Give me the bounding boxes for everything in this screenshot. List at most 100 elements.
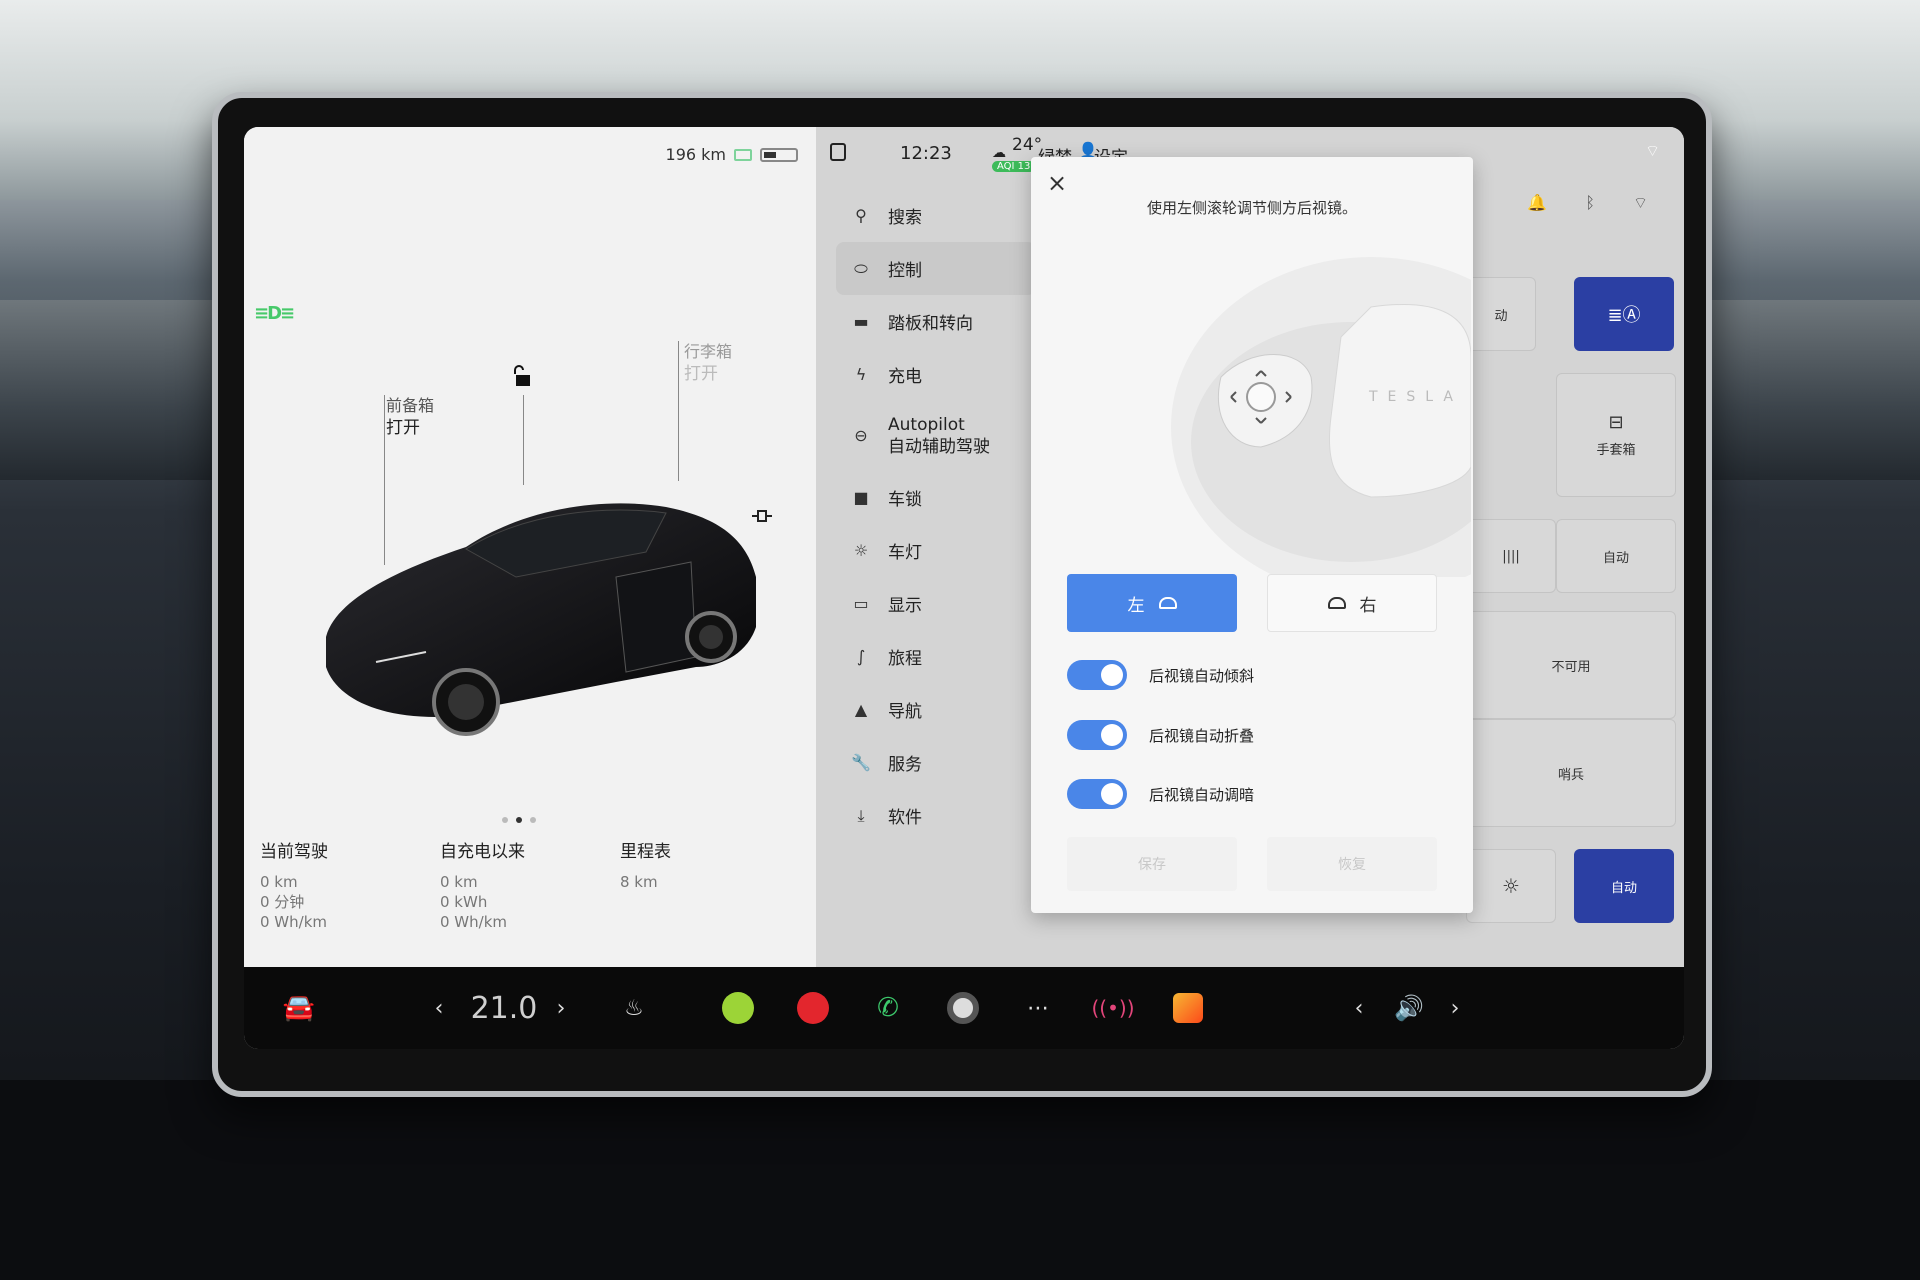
brightness-icon: ☼ <box>1502 874 1520 898</box>
steering-icon: ⊖ <box>854 426 868 445</box>
app-icon-music[interactable] <box>793 967 833 1049</box>
menu-item-label: 车锁 <box>888 490 922 510</box>
bluetooth-icon[interactable]: ᛒ <box>1585 193 1595 213</box>
stat-current-drive: 当前驾驶 0 km 0 分钟 0 Wh/km <box>260 837 440 967</box>
menu-item-label: Autopilot <box>888 415 965 435</box>
tile-auto-headlights[interactable]: ≣Ⓐ <box>1574 277 1674 351</box>
menu-item-lights[interactable]: ☼ 车灯 <box>836 524 1036 577</box>
tile-wiper-partial[interactable]: |||| <box>1466 519 1556 593</box>
mirror-left-label: 左 <box>1127 595 1145 616</box>
menu-item-label: 车灯 <box>888 543 922 563</box>
menu-item-locks[interactable]: ■ 车锁 <box>836 471 1036 524</box>
menu-item-software[interactable]: ⤓ 软件 <box>836 789 1036 842</box>
menu-item-pedals-steering[interactable]: ▬ 踏板和转向 <box>836 295 1036 348</box>
temp-down-chevron-icon[interactable]: ‹ <box>424 967 454 1049</box>
app-badge <box>722 992 754 1024</box>
toggle-label: 后视镜自动调暗 <box>1149 785 1255 804</box>
auto-fold-toggle[interactable] <box>1067 720 1127 750</box>
menu-item-search[interactable]: ⚲ 搜索 <box>836 189 1036 242</box>
toggle-label: 后视镜自动倾斜 <box>1149 666 1255 685</box>
menu-item-autopilot[interactable]: ⊖ Autopilot 自动辅助驾驶 <box>836 401 1036 471</box>
restore-button[interactable]: 恢复 <box>1267 837 1437 891</box>
tile-label: 哨兵 <box>1557 767 1584 783</box>
app-icon-toybox[interactable] <box>1168 967 1208 1049</box>
headlight-icon: ≡D≡ <box>254 303 295 324</box>
menu-item-navigation[interactable]: ▲ 导航 <box>836 683 1036 736</box>
page-indicator[interactable] <box>502 817 536 823</box>
radio-icon[interactable]: ((•)) <box>1092 967 1135 1049</box>
navigation-icon: ▲ <box>854 700 868 719</box>
lock-status-icon[interactable] <box>830 143 846 161</box>
trunk-line <box>678 341 679 481</box>
tile-brightness[interactable]: ☼ <box>1466 849 1556 923</box>
menu-item-service[interactable]: 🔧 服务 <box>836 736 1036 789</box>
wifi-icon[interactable]: ⌔ <box>1633 193 1648 213</box>
auto-tilt-toggle[interactable] <box>1067 660 1127 690</box>
app-badge <box>1173 993 1203 1023</box>
page-dot-active[interactable] <box>516 817 522 823</box>
mirror-hint: 使用左侧滚轮调节侧方后视镜。 <box>1146 199 1357 217</box>
bolt-icon: ϟ <box>855 365 867 384</box>
trunk-callout[interactable]: 行李箱 打开 <box>684 341 732 385</box>
stat-title: 当前驾驶 <box>260 842 328 862</box>
seat-heater-icon[interactable]: ♨ <box>614 967 654 1049</box>
bell-icon[interactable]: 🔔 <box>1527 193 1547 213</box>
mirror-right-label: 右 <box>1359 595 1377 616</box>
app-icon-green[interactable] <box>718 967 758 1049</box>
camera-lens <box>947 992 979 1024</box>
toggle-row-auto-fold: 后视镜自动折叠 <box>1067 720 1254 750</box>
stat-line: 0 km <box>440 873 478 891</box>
tile-sentry[interactable]: 哨兵 <box>1466 719 1676 827</box>
menu-item-label: 控制 <box>888 261 922 281</box>
menu-item-controls[interactable]: ⬭ 控制 <box>836 242 1036 295</box>
menu-item-trips[interactable]: ∫ 旅程 <box>836 630 1036 683</box>
menu-item-label: 显示 <box>888 596 922 616</box>
tile-glovebox[interactable]: ⊟ 手套箱 <box>1556 373 1676 497</box>
tile-label: 自动 <box>1610 880 1637 896</box>
toggle-icon: ⬭ <box>854 258 868 278</box>
save-button[interactable]: 保存 <box>1067 837 1237 891</box>
mirror-right-button[interactable]: 右 <box>1267 574 1437 632</box>
menu-item-sublabel: 自动辅助驾驶 <box>888 437 990 457</box>
menu-item-label: 充电 <box>888 367 922 387</box>
download-icon: ⤓ <box>857 805 865 825</box>
unlock-icon[interactable] <box>514 365 532 387</box>
frunk-callout[interactable]: 前备箱 打开 <box>386 395 434 439</box>
menu-item-charging[interactable]: ϟ 充电 <box>836 348 1036 401</box>
tile-auto-blue[interactable]: 自动 <box>1574 849 1674 923</box>
camera-icon[interactable] <box>943 967 983 1049</box>
wrench-icon: 🔧 <box>851 753 871 772</box>
aqi-badge: AQI 13 <box>992 161 1036 172</box>
tile-label: 动 <box>1494 308 1508 324</box>
stat-line: 0 Wh/km <box>260 913 328 931</box>
charging-icon <box>734 148 752 161</box>
toggle-row-auto-tilt: 后视镜自动倾斜 <box>1067 660 1254 690</box>
menu-item-label: 踏板和转向 <box>888 314 973 334</box>
close-icon[interactable]: × <box>1045 171 1069 195</box>
car-icon[interactable]: 🚘 <box>274 967 324 1049</box>
mirror-icon <box>1327 597 1346 609</box>
temp-up-chevron-icon[interactable]: › <box>546 967 576 1049</box>
volume-down-chevron-icon[interactable]: ‹ <box>1344 967 1374 1049</box>
wifi-icon: ⌔ <box>1644 141 1660 160</box>
tile-auto-partial[interactable]: 动 <box>1466 277 1536 351</box>
car-icon: ▬ <box>853 312 869 331</box>
toggle-label: 后视镜自动折叠 <box>1149 726 1255 745</box>
touchscreen: 196 km ≡D≡ 前备箱 打开 行李箱 打开 当前驾驶 0 km 0 分钟 … <box>244 127 1684 1049</box>
menu-item-display[interactable]: ▭ 显示 <box>836 577 1036 630</box>
more-apps-icon[interactable]: ⋯ <box>1018 967 1058 1049</box>
tile-unavailable[interactable]: 不可用 <box>1466 611 1676 719</box>
page-dot[interactable] <box>530 817 536 823</box>
temperature-readout[interactable]: 21.0 <box>464 967 544 1049</box>
mirror-left-button[interactable]: 左 <box>1067 574 1237 632</box>
trip-icon: ∫ <box>856 647 866 666</box>
volume-icon[interactable]: 🔊 <box>1384 967 1434 1049</box>
volume-up-chevron-icon[interactable]: › <box>1440 967 1470 1049</box>
app-badge <box>797 992 829 1024</box>
page-dot[interactable] <box>502 817 508 823</box>
auto-dim-toggle[interactable] <box>1067 779 1127 809</box>
phone-icon[interactable]: ✆ <box>868 967 908 1049</box>
mirror-icon <box>1158 597 1177 609</box>
tile-auto-wiper[interactable]: 自动 <box>1556 519 1676 593</box>
stat-since-charge: 自充电以来 0 km 0 kWh 0 Wh/km <box>440 837 620 967</box>
